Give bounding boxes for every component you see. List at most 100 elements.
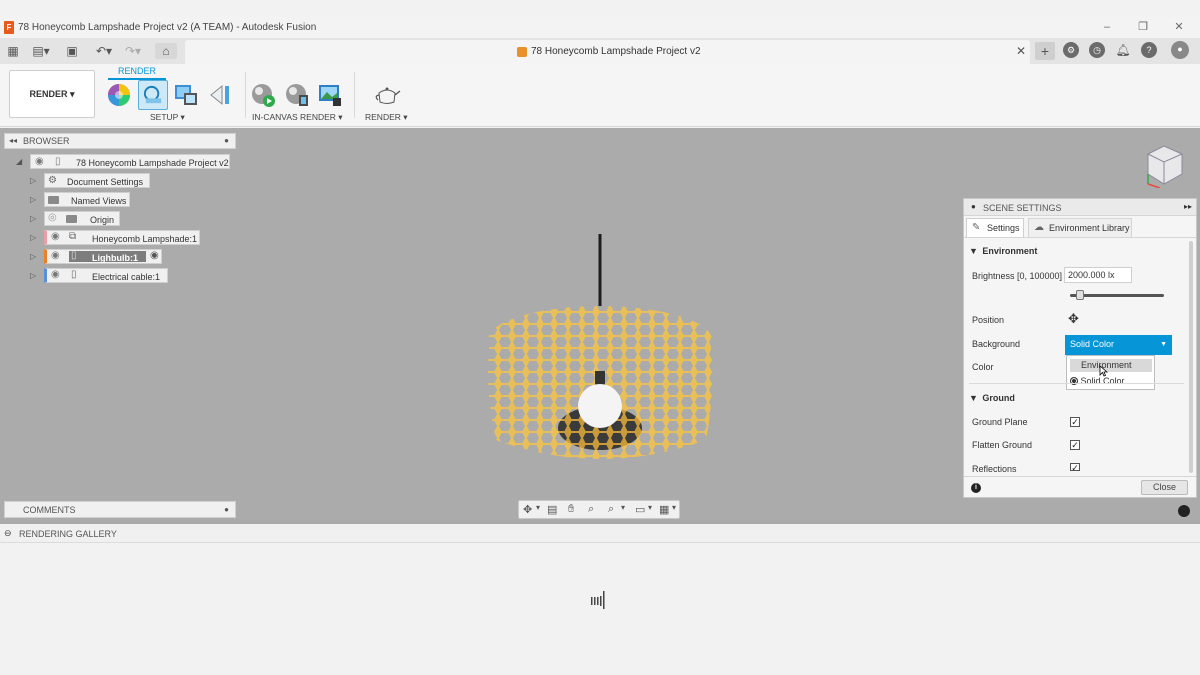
tab-render[interactable]: RENDER xyxy=(108,66,166,80)
minimize-panel-icon[interactable]: ● xyxy=(971,202,976,211)
setup-group-label[interactable]: SETUP ▾ xyxy=(150,112,185,123)
orbit-icon[interactable]: ✥ xyxy=(523,503,532,516)
quick-access-bar: ▦ ▤▾ ▣ ↶▾ ↷▾ ⌂ 78 Honeycomb Lampshade Pr… xyxy=(0,38,1200,64)
expand-arrow-icon[interactable]: ▷ xyxy=(30,233,36,242)
canvas-viewport[interactable]: ◂◂ BROWSER ● ◢ ◉ ▯ 78 Honeycomb Lampshad… xyxy=(0,128,1200,524)
look-at-icon[interactable]: ▤ xyxy=(547,503,557,516)
dropdown-option-solid-color[interactable]: Solid Color xyxy=(1070,375,1125,388)
chevron-down-icon[interactable]: ▾ xyxy=(536,503,540,512)
info-icon[interactable]: i xyxy=(971,483,981,493)
zoom-icon[interactable]: ⌕ xyxy=(588,503,594,516)
tree-item-document-settings[interactable]: ▷ ⚙ Document Settings xyxy=(30,173,154,188)
expand-arrow-icon[interactable]: ▷ xyxy=(30,214,36,223)
tab-settings[interactable]: ✎ Settings xyxy=(966,218,1024,237)
display-settings-icon[interactable]: ▭ xyxy=(635,503,645,516)
scene-settings-header[interactable]: ● SCENE SETTINGS ▸▸ xyxy=(964,199,1196,216)
minimize-icon[interactable]: – xyxy=(1099,20,1115,34)
tree-item-named-views[interactable]: ▷ Named Views xyxy=(30,192,134,207)
app-grid-icon[interactable]: ▦ xyxy=(5,43,21,59)
notifications-icon[interactable]: 🔔︎ xyxy=(1115,42,1131,58)
pan-icon[interactable]: ✋︎ xyxy=(568,503,574,516)
browser-header[interactable]: ◂◂ BROWSER ● xyxy=(4,133,236,149)
help-icon[interactable]: ? xyxy=(1141,42,1157,58)
chevron-down-icon[interactable]: ▾ xyxy=(648,503,652,512)
new-tab-button[interactable]: + xyxy=(1035,42,1055,60)
grid-icon[interactable]: ▦ xyxy=(659,503,669,516)
redo-icon[interactable]: ↷▾ xyxy=(121,43,145,59)
decal-icon[interactable] xyxy=(208,83,232,107)
tree-item-origin[interactable]: ▷ ◎ Origin xyxy=(30,211,124,226)
appearance-icon[interactable] xyxy=(107,83,131,107)
tree-root[interactable]: ◢ ◉ ▯ 78 Honeycomb Lampshade Project v2 xyxy=(16,154,232,169)
collapse-panel-icon[interactable]: ◂◂ xyxy=(9,136,17,145)
undo-icon[interactable]: ↶▾ xyxy=(92,43,116,59)
comments-title: COMMENTS xyxy=(23,505,76,515)
texture-map-icon[interactable] xyxy=(174,83,198,107)
background-select-value: Solid Color xyxy=(1070,339,1115,349)
rendering-gallery-header[interactable]: ⊖ RENDERING GALLERY xyxy=(0,524,1200,543)
close-button[interactable]: Close xyxy=(1141,480,1188,495)
in-canvas-settings-icon[interactable] xyxy=(285,83,309,107)
expand-arrow-icon[interactable]: ▷ xyxy=(30,195,36,204)
ground-plane-checkbox[interactable]: ✓ xyxy=(1070,417,1080,427)
tree-item-electrical-cable[interactable]: ▷ ◉ ▯ Electrical cable:1 xyxy=(30,268,170,283)
activate-radio-icon[interactable]: ◉ xyxy=(150,250,159,261)
fit-icon[interactable]: ⌕ xyxy=(608,503,614,516)
comments-panel[interactable]: COMMENTS ● xyxy=(4,501,236,518)
background-select[interactable]: Solid Color ▼ xyxy=(1065,335,1172,355)
tab-environment-library[interactable]: ☁ Environment Library xyxy=(1028,218,1132,237)
chevron-down-icon[interactable]: ▾ xyxy=(672,503,676,512)
user-avatar[interactable]: ● xyxy=(1171,41,1189,59)
document-tab[interactable]: 78 Honeycomb Lampshade Project v2 ✕ xyxy=(185,40,1030,64)
flatten-ground-checkbox[interactable]: ✓ xyxy=(1070,440,1080,450)
reflections-checkbox[interactable]: ✓ xyxy=(1070,463,1080,473)
brightness-input[interactable]: 2000.000 lx xyxy=(1064,267,1132,283)
render-group-label[interactable]: RENDER ▾ xyxy=(365,112,408,123)
panel-scrollbar[interactable] xyxy=(1189,241,1193,473)
visibility-eye-icon[interactable]: ◉ xyxy=(35,156,44,167)
visibility-eye-icon[interactable]: ◉ xyxy=(51,250,60,261)
lampshade-model[interactable] xyxy=(470,228,730,488)
close-tab-icon[interactable]: ✕ xyxy=(1016,44,1026,58)
render-teapot-icon[interactable] xyxy=(373,83,401,107)
pin-icon[interactable]: ● xyxy=(224,136,229,145)
ground-section[interactable]: ▼ Ground xyxy=(969,393,1015,403)
save-icon[interactable]: ▣ xyxy=(64,43,80,59)
component-icon: ▯ xyxy=(71,250,77,261)
expand-arrow-icon[interactable]: ▷ xyxy=(30,271,36,280)
expand-arrow-icon[interactable]: ▷ xyxy=(30,252,36,261)
brightness-slider[interactable] xyxy=(1070,294,1164,297)
component-icon: ⧉ xyxy=(69,231,77,242)
home-icon[interactable]: ⌂ xyxy=(155,43,177,59)
feedback-icon[interactable] xyxy=(1178,505,1190,517)
workspace-switcher[interactable]: RENDER ▾ xyxy=(9,70,95,118)
brightness-slider-thumb[interactable] xyxy=(1075,290,1084,300)
move-icon[interactable]: ✥ xyxy=(1068,311,1079,327)
close-window-icon[interactable]: ✕ xyxy=(1171,20,1187,34)
dropdown-option-environment[interactable]: Environment xyxy=(1070,359,1152,372)
chevron-down-icon[interactable]: ▾ xyxy=(621,503,625,512)
tree-item-lightbulb[interactable]: ▷ ◉ ▯ Lighbulb:1 ◉ xyxy=(30,249,166,264)
collapse-gallery-icon[interactable]: ⊖ xyxy=(4,528,12,539)
job-status-icon[interactable]: ◷ xyxy=(1089,42,1105,58)
tab-settings-label: Settings xyxy=(987,223,1020,233)
extensions-icon[interactable]: ⚙ xyxy=(1063,42,1079,58)
visibility-eye-icon[interactable]: ◉ xyxy=(51,269,60,280)
in-canvas-render-icon[interactable] xyxy=(251,83,275,107)
capture-image-icon[interactable] xyxy=(318,83,342,107)
expand-arrow-icon[interactable]: ▷ xyxy=(30,176,36,185)
hidden-eye-icon[interactable]: ◎ xyxy=(48,212,57,223)
environment-section[interactable]: ▼ Environment xyxy=(969,246,1037,256)
folder-icon xyxy=(66,215,77,223)
dropdown-option-label: Solid Color xyxy=(1080,376,1125,386)
maximize-icon[interactable]: ❐ xyxy=(1135,20,1151,34)
in-canvas-render-group-label[interactable]: IN-CANVAS RENDER ▾ xyxy=(252,112,343,123)
scene-settings-button[interactable] xyxy=(138,80,168,110)
expand-panel-icon[interactable]: ▸▸ xyxy=(1184,202,1192,211)
add-comment-icon[interactable]: ● xyxy=(224,505,229,514)
file-menu-icon[interactable]: ▤▾ xyxy=(31,43,51,59)
viewcube[interactable] xyxy=(1142,140,1186,188)
collapse-arrow-icon[interactable]: ◢ xyxy=(16,157,22,166)
tree-item-honeycomb-lampshade[interactable]: ▷ ◉ ⧉ Honeycomb Lampshade:1 xyxy=(30,230,202,245)
visibility-eye-icon[interactable]: ◉ xyxy=(51,231,60,242)
